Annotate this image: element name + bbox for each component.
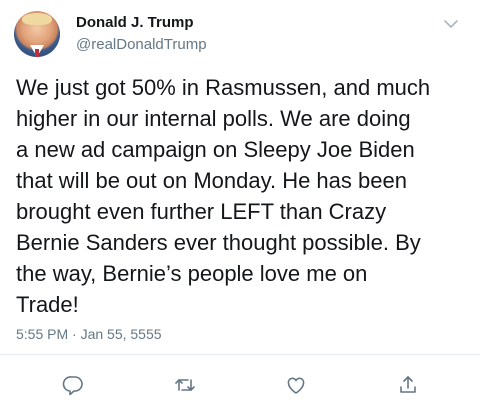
avatar-tie	[35, 49, 39, 57]
avatar[interactable]	[14, 11, 60, 57]
display-name[interactable]: Donald J. Trump	[76, 14, 194, 31]
like-icon[interactable]	[285, 374, 307, 396]
tweet-text: We just got 50% in Rasmussen, and much h…	[16, 75, 431, 317]
user-handle[interactable]: @realDonaldTrump	[76, 36, 207, 53]
share-icon[interactable]	[397, 374, 419, 396]
divider	[0, 354, 480, 355]
reply-icon[interactable]	[62, 374, 84, 396]
chevron-down-icon[interactable]	[444, 16, 458, 28]
tweet-timestamp[interactable]: 5:55 PM · Jan 55, 5555	[16, 326, 162, 342]
avatar-hair	[22, 13, 52, 25]
retweet-icon[interactable]	[174, 374, 196, 396]
tweet-card: Donald J. Trump @realDonaldTrump We just…	[0, 0, 480, 410]
